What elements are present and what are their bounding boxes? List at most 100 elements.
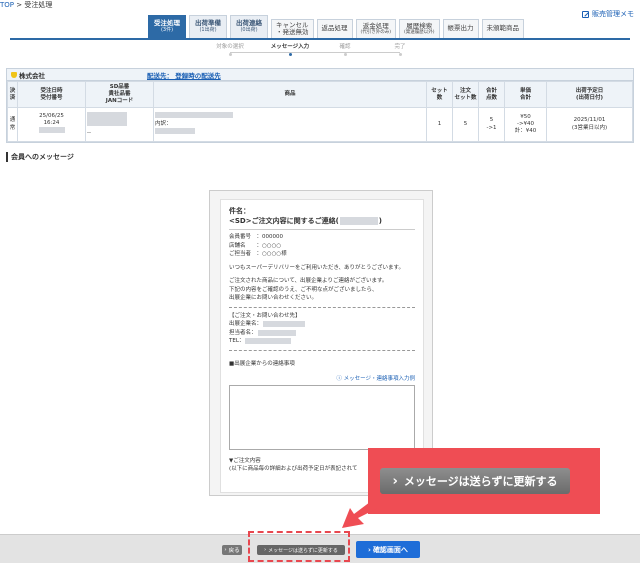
redacted-block — [155, 111, 233, 118]
tab-unlisted-products[interactable]: 未頒範商品 — [481, 19, 525, 39]
store-name: 店舗名 ：○○○○ — [229, 242, 282, 249]
exhibitor-line: 出展企業名： — [229, 320, 415, 329]
breadcrumb-separator: > — [14, 1, 25, 9]
ship-note: (3営業日以内) — [571, 124, 608, 131]
shield-icon — [11, 71, 17, 78]
col-sets: セット数 — [426, 81, 453, 108]
order-header: 株式会社 配送先： 登録時の配送先 — [7, 69, 633, 81]
table-header-row: 決済 受注日時 受付番号 SD品番 貴社品番 JANコード 商品 セット数 注文 セット… — [7, 81, 633, 108]
col-payment: 決済 — [7, 81, 18, 108]
step-confirm: 確認 — [315, 42, 375, 56]
step-label: 完了 — [394, 44, 406, 50]
greeting-text: いつもスーパーデリバリーをご利用いただき、ありがとうございます。 — [229, 264, 405, 271]
col-date: 受注日時 受付番号 — [17, 81, 86, 108]
body-line-3: 出展企業にお問い合わせください。 — [229, 295, 318, 302]
divider — [229, 229, 415, 230]
order-content-text: (以下に商品毎の詳細および出荷予定日が表記されて — [229, 466, 358, 473]
total-qty-new: ->1 — [486, 124, 497, 131]
tab-shipping-notice[interactable]: 出荷連絡 (0出荷) — [230, 15, 268, 39]
tab-history-search[interactable]: 履歴検索 (発送履歴以外) — [399, 19, 440, 39]
sales-memo-link[interactable]: 販売管理メモ — [582, 9, 634, 19]
callout-arrow-shape — [342, 490, 386, 528]
tab-cancel[interactable]: キャンセル ・発送無効 — [271, 19, 314, 39]
tel-label: TEL： — [229, 338, 245, 345]
product-cell: 内訳： — [153, 107, 427, 142]
step-dot — [228, 53, 232, 56]
tab-returns[interactable]: 返品処理 — [316, 19, 353, 39]
payment-cell: 通常 — [7, 107, 18, 142]
code-cell: -- — [85, 107, 154, 142]
input-example-link[interactable]: ⓘ メッセージ・連絡事項入力例 — [229, 374, 415, 382]
order-content-title: ▼ご注文内容 — [229, 458, 261, 465]
progress-steps: 対象の選択 メッセージ入力 確認 完了 — [210, 42, 420, 56]
confirm-button[interactable]: 確認画面へ — [356, 541, 420, 558]
tab-shipping-prep[interactable]: 出荷準備 (1出荷) — [189, 15, 227, 39]
total-qty: 5 — [489, 117, 494, 124]
person-line: 担当者名： — [229, 329, 415, 338]
body-line-1: ご注文された商品について、出展企業よりご連絡がございます。 — [229, 278, 388, 285]
tab-sub: (発送履歴以外) — [404, 30, 435, 36]
redacted-block — [87, 112, 127, 127]
code-dash: -- — [87, 129, 91, 136]
exhibitor-label: 出展企業名： — [229, 321, 263, 328]
section-title: 会員へのメッセージ — [6, 152, 74, 162]
subject-line: <SD>ご注文内容に関するご連絡() — [229, 216, 415, 226]
redacted-block — [263, 321, 306, 328]
tab-order-processing[interactable]: 受注処理 (3件) — [148, 15, 186, 39]
step-label: メッセージ入力 — [270, 44, 310, 50]
step-label: 確認 — [339, 44, 351, 50]
order-date: 25/06/25 — [39, 112, 64, 119]
callout-update-button: › メッセージは送らずに更新する — [380, 468, 570, 494]
body-line-2: 下記の内容をご確認のうえ、ご不明な点がございましたら、 — [229, 286, 378, 293]
message-textarea[interactable] — [229, 385, 415, 451]
breadcrumb-current: 受注処理 — [24, 1, 53, 9]
step-label: 対象の選択 — [216, 44, 244, 50]
order-sets-cell: 5 — [452, 107, 479, 142]
unit-price: ¥50 — [520, 113, 531, 120]
col-order-sets: 注文 セット数 — [452, 81, 479, 108]
tab-document-output[interactable]: 帳票出力 — [442, 19, 479, 39]
unit-price-new: ->¥40 — [516, 120, 535, 127]
tab-sub: (1出荷) — [199, 26, 217, 33]
order-time: 16:24 — [43, 119, 60, 126]
company-label: 株式会社 — [19, 71, 45, 80]
order-table: 決済 受注日時 受付番号 SD品番 貴社品番 JANコード 商品 セット数 注文 セット… — [7, 81, 633, 142]
col-code: SD品番 貴社品番 JANコード — [85, 81, 154, 108]
ship-to-link[interactable]: 配送先： 登録時の配送先 — [147, 70, 221, 80]
breadcrumb-top-link[interactable]: TOP — [0, 1, 14, 9]
ship-date-cell: 2025/11/01 (3営業日以内) — [546, 107, 633, 142]
contact-title: 【ご注文・お問い合わせ先】 — [229, 312, 301, 319]
tab-label: 返品処理 — [321, 24, 348, 33]
step-complete: 完了 — [370, 42, 430, 56]
redacted-block — [339, 217, 378, 225]
back-button[interactable]: 戻る — [222, 545, 242, 555]
tab-refunds[interactable]: 返金処理 (代引き外のみ) — [355, 19, 397, 39]
redacted-block — [257, 329, 296, 336]
step-dot — [343, 53, 347, 56]
col-unit-price: 単価 合計 — [504, 81, 547, 108]
tab-sub: (代引き外のみ) — [360, 30, 392, 36]
subject-text: <SD>ご注文内容に関するご連絡( — [229, 217, 339, 225]
ship-date: 2025/11/01 — [573, 117, 606, 124]
total-header: 合計 — [519, 94, 531, 101]
company-name: 株式会社 — [7, 70, 147, 80]
price-cell: ¥50 ->¥40 計：¥40 — [504, 107, 547, 142]
tab-underline — [10, 38, 630, 40]
customer-name: ご担当者 ：○○○○様 — [229, 251, 287, 258]
unit-price-header: 単価 — [519, 87, 531, 94]
tab-sub: ・発送無効 — [276, 28, 309, 36]
redacted-block — [245, 338, 292, 345]
main-tabs: 受注処理 (3件) 出荷準備 (1出荷) 出荷連絡 (0出荷) キャンセル ・発送無効 … — [148, 15, 525, 39]
sales-memo-label: 販売管理メモ — [592, 10, 634, 18]
total-price: 計：¥40 — [514, 128, 537, 135]
tab-label: 未頒範商品 — [486, 24, 520, 33]
tab-sub: (0出荷) — [240, 26, 258, 33]
pencil-icon — [582, 10, 589, 18]
step-select: 対象の選択 — [200, 42, 260, 56]
col-ship-date: 出荷予定日 (出荷日付) — [546, 81, 633, 108]
note-title: ■出展企業からの連絡事項 — [229, 360, 295, 367]
order-box: 株式会社 配送先： 登録時の配送先 決済 受注日時 受付番号 SD品番 貴社品番 JA… — [6, 68, 634, 143]
dashed-divider — [229, 349, 415, 351]
callout-label: メッセージは送らずに更新する — [403, 475, 558, 488]
dashed-highlight-box — [248, 531, 350, 562]
